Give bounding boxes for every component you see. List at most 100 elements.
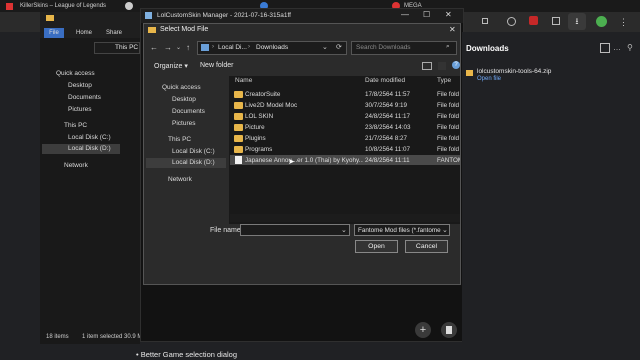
file-row[interactable]: Programs 10/8/2564 11:07 File fold: [230, 145, 460, 154]
up-arrow-icon[interactable]: ↑: [186, 43, 190, 52]
file-row[interactable]: Live2D Model Moc 30/7/2564 9:19 File fol…: [230, 101, 460, 110]
dialog-nav-desktop[interactable]: Desktop: [172, 96, 196, 103]
explorer-nav-disk-c[interactable]: Local Disk (C:): [68, 134, 111, 141]
file-name-label: File name:: [210, 227, 243, 234]
back-arrow-icon[interactable]: ←: [150, 43, 158, 52]
github-icon: [125, 2, 133, 10]
open-button[interactable]: Open: [355, 240, 398, 253]
explorer-nav-pictures[interactable]: Pictures: [68, 106, 91, 113]
explorer-nav-this-pc[interactable]: This PC: [64, 122, 87, 129]
mouse-cursor-icon: ➤: [288, 157, 295, 166]
manager-titlebar: LolCustomSkin Manager - 2021-07-16-315a1…: [141, 9, 463, 23]
open-downloads-folder-icon[interactable]: [600, 43, 610, 53]
pin-icon[interactable]: ⚲: [627, 43, 637, 53]
address-dropdown-icon[interactable]: ⌄: [322, 43, 328, 51]
ribbon-tab-home[interactable]: Home: [76, 28, 92, 38]
chevron-down-icon[interactable]: ⌄: [442, 226, 448, 234]
explorer-nav-pane: [40, 62, 128, 332]
file-name-input[interactable]: ⌄: [240, 224, 350, 236]
search-icon: ⌕: [446, 43, 450, 50]
breadcrumb-drive[interactable]: Local Di...: [218, 44, 247, 51]
download-item-name[interactable]: lolcustomskin-tools-64.zip: [477, 68, 551, 75]
menu-icon[interactable]: ⋮: [619, 17, 629, 27]
breadcrumb-separator-icon: ›: [212, 44, 214, 50]
file-icon: [235, 156, 242, 164]
explorer-nav-disk-d[interactable]: Local Disk (D:): [42, 144, 120, 154]
drive-icon: [201, 44, 209, 51]
explorer-nav-documents[interactable]: Documents: [68, 94, 101, 101]
preview-pane-icon[interactable]: [438, 62, 446, 70]
dialog-nav-disk-c[interactable]: Local Disk (C:): [172, 148, 215, 155]
horizontal-scrollbar[interactable]: [230, 214, 460, 222]
file-button[interactable]: [441, 322, 457, 338]
organize-button[interactable]: Organize ▾: [154, 62, 188, 70]
column-type[interactable]: Type: [437, 77, 451, 84]
chevron-down-icon[interactable]: ⌄: [341, 226, 347, 234]
recent-dropdown-icon[interactable]: ⌄: [176, 44, 181, 51]
dialog-nav-this-pc[interactable]: This PC: [168, 136, 191, 143]
dialog-nav-quick-access[interactable]: Quick access: [162, 84, 201, 91]
cancel-button[interactable]: Cancel: [405, 240, 448, 253]
account-icon[interactable]: [507, 17, 516, 26]
dialog-nav-documents[interactable]: Documents: [172, 108, 205, 115]
file-row[interactable]: Picture 23/8/2564 14:03 File fold: [230, 123, 460, 132]
new-folder-button[interactable]: New folder: [200, 62, 233, 69]
dialog-close-button[interactable]: ✕: [449, 25, 456, 34]
column-name[interactable]: Name: [235, 77, 252, 84]
browser-toolbar-right: [462, 12, 640, 32]
file-row[interactable]: LOL SKIN 24/8/2564 11:17 File fold: [230, 112, 460, 121]
folder-icon: [234, 91, 243, 98]
manager-title: LolCustomSkin Manager - 2021-07-16-315a1…: [157, 12, 291, 19]
add-mod-button[interactable]: +: [415, 322, 431, 338]
browser-tab-killerskins[interactable]: KillerSkins – League of Legends: [20, 1, 114, 12]
file-type-filter[interactable]: Fantome Mod files (*.fantome ⌄: [354, 224, 450, 236]
dialog-search-input[interactable]: Search Downloads ⌕: [351, 41, 457, 55]
item-count: 18 items: [46, 334, 69, 340]
minimize-button[interactable]: —: [401, 10, 409, 19]
open-file-link[interactable]: Open file: [477, 76, 501, 82]
selection-info: 1 item selected 30.9 M: [82, 334, 143, 340]
breadcrumb-downloads[interactable]: Downloads: [256, 44, 288, 51]
changelog-line: • Better Game selection dialog: [136, 350, 238, 359]
bookmark-icon[interactable]: [552, 17, 560, 25]
ribbon-tab-file[interactable]: File: [44, 28, 64, 38]
app-icon: [145, 12, 152, 19]
column-date-modified[interactable]: Date modified: [365, 77, 405, 84]
dialog-nav-network[interactable]: Network: [168, 176, 192, 183]
dialog-address-bar[interactable]: › Local Di... › Downloads ⌄ ⟳: [197, 41, 347, 55]
help-icon[interactable]: ?: [452, 61, 460, 69]
download-icon[interactable]: ⭳: [568, 13, 586, 30]
explorer-status-bar: 18 items 1 item selected 30.9 M: [40, 332, 143, 344]
dialog-title: Select Mod File: [160, 26, 209, 33]
avatar[interactable]: [596, 16, 607, 27]
file-row[interactable]: Japanese Annou...er 1.0 (Thai) by Kyohy.…: [230, 155, 460, 165]
folder-icon: [234, 102, 243, 109]
dialog-nav-pictures[interactable]: Pictures: [172, 120, 195, 127]
explorer-nav-quick-access[interactable]: Quick access: [56, 70, 95, 77]
maximize-button[interactable]: ☐: [423, 10, 430, 19]
folder-icon: [234, 135, 243, 142]
more-options-icon[interactable]: …: [613, 43, 623, 53]
breadcrumb-separator-icon: ›: [248, 44, 250, 50]
folder-icon: [234, 124, 243, 131]
explorer-address-bar[interactable]: This PC: [94, 42, 140, 54]
close-button[interactable]: ✕: [445, 10, 452, 19]
dialog-icon: [148, 27, 156, 33]
red-extension-icon[interactable]: [529, 16, 538, 25]
tab-favicon: [6, 1, 16, 12]
file-row[interactable]: CreatorSuite 17/8/2564 11:57 File fold: [230, 90, 460, 99]
explorer-nav-desktop[interactable]: Desktop: [68, 82, 92, 89]
downloads-title: Downloads: [466, 44, 509, 53]
view-options-icon[interactable]: [422, 62, 432, 70]
file-row[interactable]: Plugins 21/7/2564 8:27 File fold: [230, 134, 460, 143]
ribbon-tab-share[interactable]: Share: [106, 28, 122, 38]
forward-arrow-icon[interactable]: →: [164, 43, 172, 52]
refresh-icon[interactable]: ⟳: [336, 43, 342, 51]
zip-file-icon: [466, 70, 473, 76]
explorer-nav-network[interactable]: Network: [64, 162, 88, 169]
folder-icon: [234, 146, 243, 153]
folder-icon: [46, 15, 54, 21]
extension-icon[interactable]: [482, 18, 488, 24]
dialog-nav-disk-d[interactable]: Local Disk (D:): [146, 158, 226, 168]
search-placeholder: Search Downloads: [356, 44, 411, 51]
